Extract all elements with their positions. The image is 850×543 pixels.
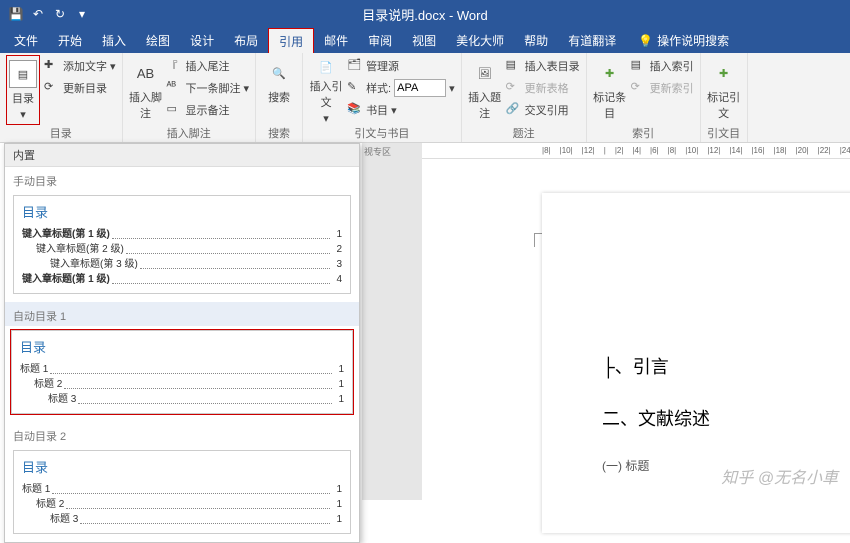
group-label-footnotes: 插入脚注 <box>129 125 250 143</box>
insert-caption-button[interactable]: 🖼 插入题注 <box>468 55 502 125</box>
group-label-citations: 引文与书目 <box>309 125 455 143</box>
group-citations: 📄 插入引文▾ 🗂管理源 ✎样式: ▾ 📚书目 ▾ 引文与书目 <box>303 53 462 142</box>
style-row[interactable]: ✎样式: ▾ <box>347 77 455 99</box>
section-manual: 手动目录 <box>5 167 359 191</box>
tab-design[interactable]: 设计 <box>180 28 224 53</box>
quick-access-toolbar: 💾 ↶ ↻ ▾ <box>0 6 90 22</box>
tab-layout[interactable]: 布局 <box>224 28 268 53</box>
next-icon: ᴬᴮ <box>167 80 183 96</box>
update-toc-button[interactable]: ⟳更新目录 <box>44 77 116 99</box>
tab-insert[interactable]: 插入 <box>92 28 136 53</box>
heading-1: 二、文献综述 <box>602 405 850 431</box>
dropdown-header-builtin: 内置 <box>5 144 359 167</box>
tab-view[interactable]: 视图 <box>402 28 446 53</box>
manage-sources-button[interactable]: 🗂管理源 <box>347 55 455 77</box>
update-icon: ⟳ <box>44 80 60 96</box>
sources-icon: 🗂 <box>347 58 363 74</box>
toc-option-auto1[interactable]: 目录 标题 11 标题 21 标题 31 <box>11 330 353 414</box>
tab-draw[interactable]: 绘图 <box>136 28 180 53</box>
toc-dropdown: 内置 手动目录 目录 键入章标题(第 1 级)1 键入章标题(第 2 级)2 键… <box>4 143 360 543</box>
chevron-down-icon: ▾ <box>323 112 329 125</box>
tab-file[interactable]: 文件 <box>4 28 48 53</box>
biblio-icon: 📚 <box>347 102 363 118</box>
bibliography-button[interactable]: 📚书目 ▾ <box>347 99 455 121</box>
tab-help[interactable]: 帮助 <box>514 28 558 53</box>
redo-icon[interactable]: ↻ <box>52 6 68 22</box>
mark-entry-icon: ✚ <box>596 59 624 87</box>
caption-icon: 🖼 <box>471 59 499 87</box>
lightbulb-icon: 💡 <box>638 34 653 48</box>
group-label-captions: 题注 <box>468 125 580 143</box>
toc-title: 目录 <box>22 457 342 476</box>
style-icon: ✎ <box>347 80 363 96</box>
insert-footnote-button[interactable]: AB 插入脚注 <box>129 55 163 125</box>
next-footnote-button[interactable]: ᴬᴮ下一条脚注 ▾ <box>167 77 250 99</box>
group-toa: ✚ 标记引文 引文目 <box>701 53 748 142</box>
ribbon: ▤ 目录▾ ✚添加文字 ▾ ⟳更新目录 目录 AB 插入脚注 『插入尾注 ᴬᴮ下… <box>0 53 850 143</box>
ruler[interactable]: |8||10||12|||2||4||6||8||10||12||14||16|… <box>422 143 850 159</box>
group-label-toa: 引文目 <box>707 125 741 143</box>
search-icon: 🔍 <box>265 59 293 87</box>
tab-youdao[interactable]: 有道翻译 <box>558 28 626 53</box>
toc-option-auto2[interactable]: 目录 标题 11 标题 21 标题 31 <box>13 450 351 534</box>
tell-me[interactable]: 💡 操作说明搜索 <box>638 28 729 53</box>
style-select[interactable] <box>394 79 446 97</box>
chevron-down-icon: ▾ <box>20 108 26 121</box>
update-index-icon: ⟳ <box>631 80 647 96</box>
toc-button[interactable]: ▤ 目录▾ <box>6 55 40 125</box>
qat-more-icon[interactable]: ▾ <box>74 6 90 22</box>
insert-index-icon: ▤ <box>631 58 647 74</box>
group-footnotes: AB 插入脚注 『插入尾注 ᴬᴮ下一条脚注 ▾ ▭显示备注 插入脚注 <box>123 53 257 142</box>
add-text-icon: ✚ <box>44 58 60 74</box>
tab-references[interactable]: 引用 <box>268 28 314 53</box>
insert-citation-button[interactable]: 📄 插入引文▾ <box>309 55 343 125</box>
insert-index-button[interactable]: ▤插入索引 <box>631 55 694 77</box>
tell-me-label: 操作说明搜索 <box>657 32 729 49</box>
update-table-icon: ⟳ <box>506 80 522 96</box>
show-notes-button[interactable]: ▭显示备注 <box>167 99 250 121</box>
update-table-button[interactable]: ⟳更新表格 <box>506 77 580 99</box>
update-index-button[interactable]: ⟳更新索引 <box>631 77 694 99</box>
group-captions: 🖼 插入题注 ▤插入表目录 ⟳更新表格 🔗交叉引用 题注 <box>462 53 587 142</box>
tab-home[interactable]: 开始 <box>48 28 92 53</box>
section-auto1: 自动目录 1 <box>5 302 359 326</box>
tab-review[interactable]: 审阅 <box>358 28 402 53</box>
group-toc: ▤ 目录▾ ✚添加文字 ▾ ⟳更新目录 目录 <box>0 53 123 142</box>
title-bar: 💾 ↶ ↻ ▾ 目录说明.docx - Word <box>0 0 850 28</box>
insert-fig-toc-button[interactable]: ▤插入表目录 <box>506 55 580 77</box>
menu-bar: 文件 开始 插入 绘图 设计 布局 引用 邮件 审阅 视图 美化大师 帮助 有道… <box>0 28 850 53</box>
crossref-icon: 🔗 <box>506 102 522 118</box>
toc-option-manual[interactable]: 目录 键入章标题(第 1 级)1 键入章标题(第 2 级)2 键入章标题(第 3… <box>13 195 351 294</box>
toc-icon: ▤ <box>9 60 37 88</box>
tab-mail[interactable]: 邮件 <box>314 28 358 53</box>
add-text-button[interactable]: ✚添加文字 ▾ <box>44 55 116 77</box>
group-index: ✚ 标记条目 ▤插入索引 ⟳更新索引 索引 <box>587 53 701 142</box>
mark-entry-button[interactable]: ✚ 标记条目 <box>593 55 627 125</box>
heading-1: ├、引言 <box>602 353 850 379</box>
group-label-toc: 目录 <box>6 125 116 143</box>
document-area: 视专区 |8||10||12|||2||4||6||8||10||12||14|… <box>362 143 850 500</box>
fig-toc-icon: ▤ <box>506 58 522 74</box>
undo-icon[interactable]: ↶ <box>30 6 46 22</box>
watermark: 知乎 @无名小車 <box>721 464 838 488</box>
group-search: 🔍 搜索 搜索 <box>256 53 303 142</box>
toc-title: 目录 <box>22 202 342 221</box>
tab-beautify[interactable]: 美化大师 <box>446 28 514 53</box>
footnote-icon: AB <box>132 59 160 87</box>
toc-title: 目录 <box>20 337 344 356</box>
group-label-index: 索引 <box>593 125 694 143</box>
section-auto2: 自动目录 2 <box>5 422 359 446</box>
insert-endnote-button[interactable]: 『插入尾注 <box>167 55 250 77</box>
nav-pane-hint: 视专区 <box>362 143 422 500</box>
citation-icon: 📄 <box>312 59 340 76</box>
endnote-icon: 『 <box>167 58 183 74</box>
show-icon: ▭ <box>167 102 183 118</box>
search-button[interactable]: 🔍 搜索 <box>262 55 296 125</box>
save-icon[interactable]: 💾 <box>8 6 24 22</box>
mark-citation-button[interactable]: ✚ 标记引文 <box>707 55 741 125</box>
mark-citation-icon: ✚ <box>710 59 738 87</box>
group-label-search: 搜索 <box>262 125 296 143</box>
cross-ref-button[interactable]: 🔗交叉引用 <box>506 99 580 121</box>
window-title: 目录说明.docx - Word <box>362 5 487 24</box>
